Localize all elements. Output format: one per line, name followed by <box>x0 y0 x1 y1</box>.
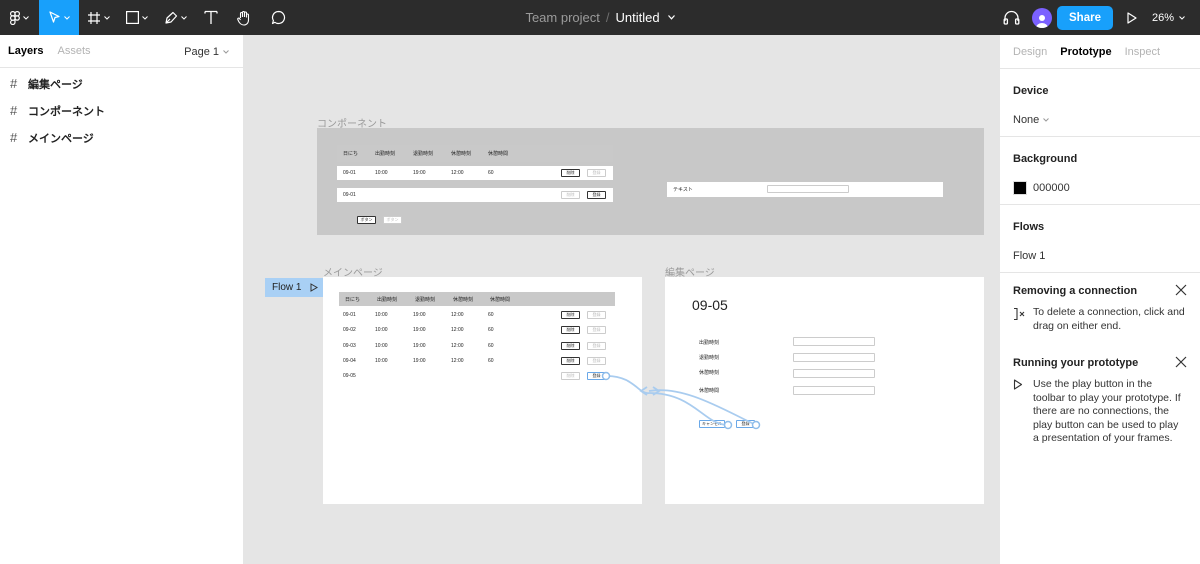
file-name[interactable]: Untitled <box>615 10 659 25</box>
flow-item[interactable]: Flow 1 <box>1013 242 1187 270</box>
figma-menu-button[interactable] <box>0 0 39 35</box>
chevron-down-icon <box>1179 15 1185 20</box>
tab-assets[interactable]: Assets <box>57 45 90 57</box>
right-panel-tabs: Design Prototype Inspect <box>1000 35 1200 68</box>
shape-tool-button[interactable] <box>117 0 156 35</box>
flows-title: Flows <box>1013 221 1045 233</box>
chevron-down-icon <box>103 15 110 20</box>
close-icon[interactable] <box>1174 283 1188 297</box>
layer-label: 編集ページ <box>28 78 83 91</box>
connection-line[interactable] <box>648 392 729 426</box>
layer-item[interactable]: # 編集ページ <box>0 70 243 97</box>
hand-icon <box>237 10 250 26</box>
page-selector[interactable]: Page 1 <box>184 35 229 68</box>
audio-button[interactable] <box>996 10 1026 25</box>
chevron-down-icon <box>23 15 29 20</box>
chevron-down-icon <box>141 15 148 20</box>
figma-logo-icon <box>10 10 20 25</box>
chevron-down-icon <box>181 15 187 20</box>
play-icon <box>1013 378 1033 446</box>
tab-layers[interactable]: Layers <box>8 45 43 57</box>
frame-icon: # <box>10 103 18 118</box>
layers-panel: Layers Assets Page 1 # 編集ページ # コンポーネント #… <box>0 35 244 564</box>
device-value: None <box>1013 114 1040 126</box>
team-name[interactable]: Team project <box>525 10 599 25</box>
arrow-icon <box>639 386 648 396</box>
comment-icon <box>271 10 285 25</box>
device-section: Device None <box>1000 68 1200 136</box>
text-icon <box>204 10 218 24</box>
disconnect-icon <box>1013 306 1033 333</box>
headphones-icon <box>1003 10 1019 25</box>
chevron-down-icon[interactable] <box>667 15 675 20</box>
running-prototype-tip: Running your prototype Use the play butt… <box>1000 345 1200 495</box>
connection-handle[interactable] <box>601 371 611 381</box>
prototype-connections <box>601 371 761 430</box>
device-select[interactable]: None <box>1013 106 1187 134</box>
layer-item[interactable]: # コンポーネント <box>0 97 243 124</box>
zoom-level: 26% <box>1152 11 1175 24</box>
removing-connection-tip: Removing a connection To delete a connec… <box>1000 272 1200 345</box>
toolbar-right: Share 26% <box>996 0 1200 35</box>
pen-icon <box>165 11 178 24</box>
play-icon <box>1127 11 1137 24</box>
chevron-down-icon <box>1043 118 1050 122</box>
frame-icon <box>87 11 100 24</box>
connection-handle[interactable] <box>723 420 733 430</box>
tip-title: Removing a connection <box>1013 285 1138 297</box>
frame-icon: # <box>10 76 18 91</box>
tip-text: Use the play button in the toolbar to pl… <box>1033 378 1181 444</box>
cursor-icon <box>48 11 60 23</box>
tab-prototype[interactable]: Prototype <box>1060 46 1111 58</box>
avatar <box>1032 7 1052 28</box>
frame-icon: # <box>10 130 18 145</box>
tip-text: To delete a connection, click and drag o… <box>1033 306 1185 332</box>
tab-design[interactable]: Design <box>1013 46 1047 58</box>
breadcrumb-separator: / <box>605 10 610 25</box>
rectangle-icon <box>125 11 139 24</box>
left-panel-tabs: Layers Assets Page 1 <box>0 35 243 68</box>
toolbar: Team project / Untitled Share 26% <box>0 0 1200 35</box>
pen-tool-button[interactable] <box>156 0 195 35</box>
chevron-down-icon <box>223 49 229 54</box>
layer-label: メインページ <box>28 132 94 145</box>
present-button[interactable] <box>1112 11 1152 24</box>
tab-inspect[interactable]: Inspect <box>1125 46 1160 58</box>
move-tool-button[interactable] <box>39 0 79 35</box>
user-avatar-button[interactable] <box>1026 7 1058 28</box>
user-icon <box>1036 14 1048 28</box>
properties-panel: Design Prototype Inspect Device None Bac… <box>999 35 1200 564</box>
text-tool-button[interactable] <box>195 0 227 35</box>
background-section: Background 000000 <box>1000 136 1200 204</box>
flows-section: Flows Flow 1 <box>1000 204 1200 272</box>
device-title: Device <box>1013 85 1049 97</box>
background-title: Background <box>1013 153 1078 165</box>
page-name: Page 1 <box>184 45 219 58</box>
canvas[interactable]: コンポーネント 日にち 出勤時刻 退勤時刻 休憩時刻 休憩時間 09-01 10… <box>244 35 999 564</box>
tip-title: Running your prototype <box>1013 357 1139 369</box>
background-hex[interactable]: 000000 <box>1033 182 1070 194</box>
share-button[interactable]: Share <box>1057 5 1113 30</box>
zoom-menu[interactable]: 26% <box>1152 12 1200 24</box>
close-icon[interactable] <box>1174 355 1188 369</box>
layer-label: コンポーネント <box>28 105 105 118</box>
comment-tool-button[interactable] <box>261 0 295 35</box>
hand-tool-button[interactable] <box>227 0 261 35</box>
chevron-down-icon <box>63 15 70 20</box>
frame-tool-button[interactable] <box>79 0 117 35</box>
layer-item[interactable]: # メインページ <box>0 124 243 151</box>
connection-handle[interactable] <box>751 420 761 430</box>
background-color-field[interactable]: 000000 <box>1013 174 1187 202</box>
color-swatch[interactable] <box>1013 181 1027 195</box>
